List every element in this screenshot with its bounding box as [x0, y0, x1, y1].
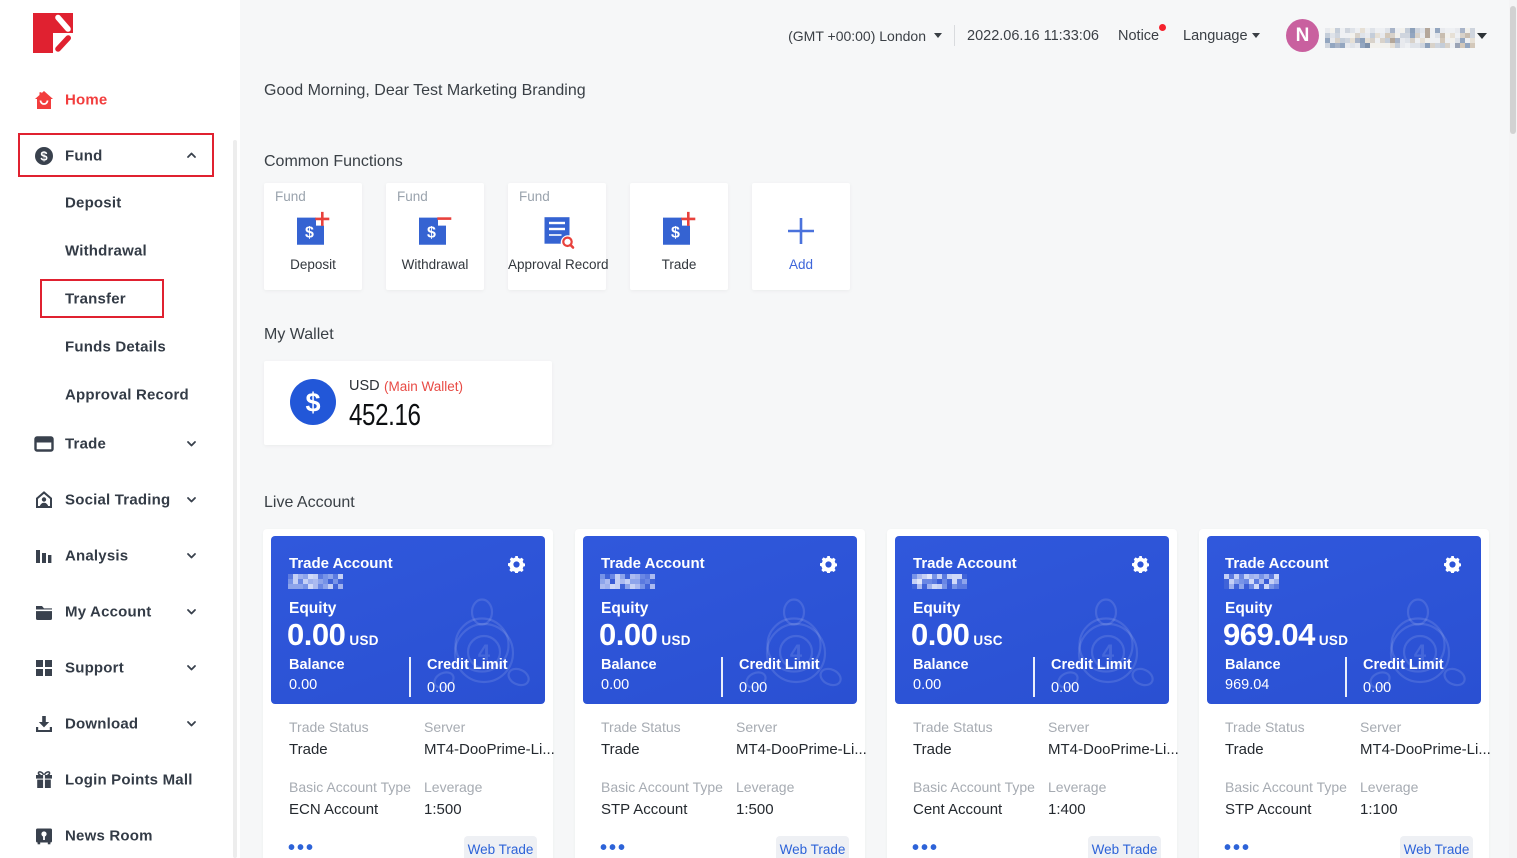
- svg-text:$: $: [305, 225, 314, 242]
- svg-text:$: $: [671, 225, 680, 242]
- svg-text:$: $: [305, 388, 320, 418]
- svg-text:$: $: [427, 225, 436, 242]
